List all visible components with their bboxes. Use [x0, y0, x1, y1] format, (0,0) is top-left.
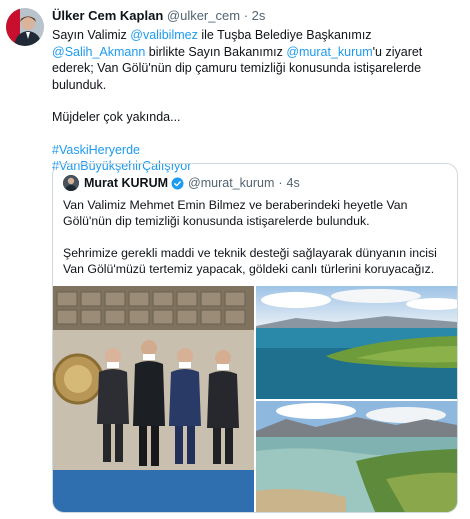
mention-link-salih-akmann[interactable]: @Salih_Akmann: [52, 45, 145, 59]
tweet-time[interactable]: 2s: [252, 8, 266, 23]
quoted-tweet[interactable]: Murat KURUM @murat_kurum · 4s Van Valimi…: [52, 163, 458, 513]
text-segment: ile Tuşba Belediye Başkanımız: [197, 28, 372, 42]
quoted-paragraph-2: Şehrimize gerekli maddi ve teknik desteğ…: [63, 246, 437, 276]
author-name[interactable]: Ülker Cem Kaplan: [52, 8, 163, 23]
text-segment: birlikte Sayın Bakanımız: [145, 44, 287, 59]
quoted-author-handle[interactable]: @murat_kurum: [188, 176, 274, 190]
mention-link-murat-kurum[interactable]: @murat_kurum: [286, 45, 372, 59]
quoted-tweet-text: Van Valimiz Mehmet Emin Bilmez ve berabe…: [63, 197, 451, 277]
quoted-author-avatar[interactable]: [63, 175, 79, 191]
lake-shore-photo[interactable]: [256, 401, 457, 512]
author-handle[interactable]: @ulker_cem: [167, 8, 240, 23]
quoted-paragraph-1: Van Valimiz Mehmet Emin Bilmez ve berabe…: [63, 198, 408, 228]
author-avatar[interactable]: [6, 8, 44, 46]
tweet-header: Ülker Cem Kaplan @ulker_cem · 2s: [52, 8, 265, 24]
quoted-tweet-header: Murat KURUM @murat_kurum · 4s: [63, 174, 300, 192]
tweet-paragraph-1: Sayın Valimiz @valibilmez ile Tuşba Bele…: [52, 27, 457, 93]
lake-island-photo[interactable]: [256, 286, 457, 399]
text-segment: Sayın Valimiz: [52, 28, 131, 42]
quoted-tweet-time[interactable]: 4s: [287, 176, 300, 190]
tweet-paragraph-2: Müjdeler çok yakında...: [52, 110, 181, 124]
group-meeting-photo[interactable]: [53, 286, 254, 512]
verified-badge-icon: [171, 177, 184, 189]
tweet[interactable]: Ülker Cem Kaplan @ulker_cem · 2s Sayın V…: [0, 0, 470, 519]
hashtag-link-vaskiheryerde[interactable]: #VaskiHeryerde: [52, 143, 140, 157]
tweet-text: Sayın Valimiz @valibilmez ile Tuşba Bele…: [52, 27, 457, 175]
separator-dot: ·: [243, 8, 249, 23]
mention-link-valibilmez[interactable]: @valibilmez: [130, 28, 198, 42]
media-grid: [53, 286, 457, 512]
separator-dot: ·: [278, 176, 283, 190]
quoted-author-name[interactable]: Murat KURUM: [84, 176, 168, 190]
